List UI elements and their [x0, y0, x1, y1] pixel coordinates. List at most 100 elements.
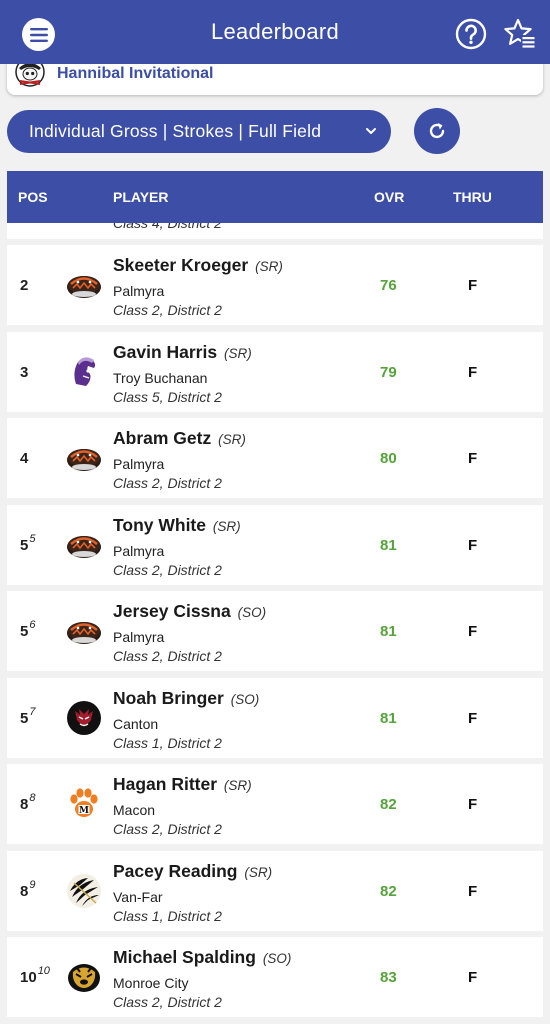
player-thru: F: [468, 536, 478, 554]
menu-button[interactable]: [22, 18, 55, 51]
player-position: 3: [20, 363, 29, 381]
player-district: Class 1, District 2: [113, 734, 222, 751]
table-row[interactable]: 1010 Michael Spalding (SO) Monroe City Clas…: [7, 937, 543, 1017]
table-row[interactable]: 56 Jersey Cissna (SO) Palmyra Class 2, Dist…: [7, 591, 543, 671]
player-district: Class 2, District 2: [113, 994, 222, 1010]
column-header-player[interactable]: PLAYER: [113, 189, 169, 205]
player-school: Palmyra: [113, 283, 165, 299]
palmyra-logo-icon: [66, 267, 102, 303]
table-row[interactable]: Class 4, District 2: [7, 223, 543, 239]
player-name[interactable]: Gavin Harris (SR): [113, 342, 252, 363]
canton-logo-icon: [66, 700, 102, 736]
position-tie-superscript: 9: [29, 878, 36, 891]
player-district: Class 2, District 2: [113, 821, 222, 837]
macon-logo-icon: M: [66, 786, 102, 822]
player-name[interactable]: Hagan Ritter (SR): [113, 774, 252, 795]
player-class-year: (SR): [212, 518, 241, 534]
event-name: Hannibal Invitational: [57, 64, 214, 82]
table-row[interactable]: 55 Tony White (SR) Palmyra Class 2, Distric…: [7, 504, 543, 585]
palmyra-logo-icon: [66, 440, 102, 476]
player-overall-score: 80: [380, 450, 397, 467]
player-school: Palmyra: [113, 456, 165, 472]
table-row[interactable]: 88 M Hagan Ritter (SR) Macon Class 2, Distri…: [7, 764, 543, 844]
player-class-year: (SO): [230, 691, 260, 707]
table-row[interactable]: 57 Noah Bringer (SO) Canton Class 1, Distri…: [7, 677, 543, 758]
player-overall-score: 81: [380, 536, 397, 554]
player-thru: F: [468, 882, 478, 900]
leaderboard-filter-dropdown[interactable]: Individual Gross | Strokes | Full Field: [7, 110, 391, 153]
position-tie-superscript: 5: [29, 532, 36, 545]
player-district: Class 2, District 2: [113, 648, 222, 664]
player-thru: F: [468, 709, 478, 727]
table-row[interactable]: 2 Skeeter Kroeger (SR) Palmyra Class 2, Dis…: [7, 245, 543, 325]
player-position: 56: [20, 619, 36, 640]
player-overall-score: 79: [380, 363, 397, 381]
column-header-thru[interactable]: THRU: [453, 189, 492, 205]
player-thru: F: [468, 450, 478, 467]
player-name[interactable]: Tony White (SR): [113, 515, 241, 536]
chevron-down-icon: [366, 128, 376, 134]
column-header-pos[interactable]: POS: [18, 189, 48, 205]
player-school: Palmyra: [113, 629, 165, 645]
column-header-ovr[interactable]: OVR: [374, 189, 404, 205]
player-class-year: (SO): [237, 605, 267, 620]
top-app-bar: Leaderboard: [0, 0, 550, 64]
page-title: Leaderboard: [210, 19, 340, 44]
leaderboard-list[interactable]: Class 4, District 2 2 Skeeter Kroeger (SR…: [7, 223, 543, 1024]
player-thru: F: [468, 623, 478, 640]
player-name[interactable]: Abram Getz (SR): [113, 428, 246, 449]
refresh-button[interactable]: [414, 108, 460, 154]
table-row[interactable]: 89 Pacey Reading (SR) Van-Far Class 1, Dist…: [7, 850, 543, 931]
player-class-year: (SR): [223, 778, 252, 793]
monroe-city-logo-icon: [66, 959, 102, 995]
filter-label: Individual Gross | Strokes | Full Field: [29, 121, 322, 141]
player-district: Class 4, District 2: [113, 223, 222, 231]
player-school: Monroe City: [113, 975, 189, 991]
favorites-list-icon[interactable]: [503, 17, 537, 51]
player-district: Class 5, District 2: [113, 388, 222, 405]
player-overall-score: 81: [380, 709, 397, 727]
position-tie-superscript: 7: [29, 705, 36, 718]
player-name[interactable]: Noah Bringer (SO): [113, 688, 259, 709]
troy-buchanan-logo-icon: [66, 354, 102, 390]
player-name[interactable]: Jersey Cissna (SO): [113, 601, 266, 622]
table-row[interactable]: 4 Abram Getz (SR) Palmyra Class 2, District…: [7, 418, 543, 498]
player-district: Class 2, District 2: [113, 475, 222, 491]
player-thru: F: [468, 363, 478, 381]
player-thru: F: [468, 969, 478, 986]
menu-icon: [29, 27, 48, 42]
player-position: 55: [20, 532, 36, 554]
position-tie-superscript: 10: [37, 965, 50, 977]
player-name[interactable]: Skeeter Kroeger (SR): [113, 255, 283, 276]
palmyra-logo-icon: [66, 613, 102, 649]
player-position: 1010: [20, 965, 50, 986]
position-tie-superscript: 8: [29, 792, 36, 804]
table-row[interactable]: 3 Gavin Harris (SR) Troy Buchanan Class 5, …: [7, 331, 543, 412]
player-class-year: (SR): [244, 864, 273, 880]
svg-text:M: M: [79, 806, 89, 816]
player-school: Troy Buchanan: [113, 369, 208, 386]
player-class-year: (SR): [218, 432, 246, 447]
player-district: Class 1, District 2: [113, 907, 222, 924]
player-overall-score: 81: [380, 623, 397, 640]
player-school: Palmyra: [113, 542, 165, 559]
refresh-icon: [429, 123, 445, 139]
player-overall-score: 82: [380, 796, 397, 813]
player-name[interactable]: Pacey Reading (SR): [113, 861, 272, 882]
van-far-logo-icon: [66, 873, 102, 909]
player-overall-score: 83: [380, 969, 397, 986]
player-class-year: (SO): [262, 951, 292, 966]
player-name[interactable]: Michael Spalding (SO): [113, 947, 291, 968]
player-overall-score: 82: [380, 882, 397, 900]
player-position: 88: [20, 792, 36, 813]
player-class-year: (SR): [255, 259, 283, 274]
player-school: Van-Far: [113, 888, 163, 905]
palmyra-logo-icon: [66, 527, 102, 563]
player-position: 57: [20, 705, 36, 727]
player-school: Macon: [113, 802, 156, 818]
player-district: Class 2, District 2: [113, 302, 222, 318]
player-position: 2: [20, 277, 29, 294]
help-icon[interactable]: [455, 18, 487, 50]
player-school: Canton: [113, 715, 159, 732]
player-position: 89: [20, 878, 36, 900]
